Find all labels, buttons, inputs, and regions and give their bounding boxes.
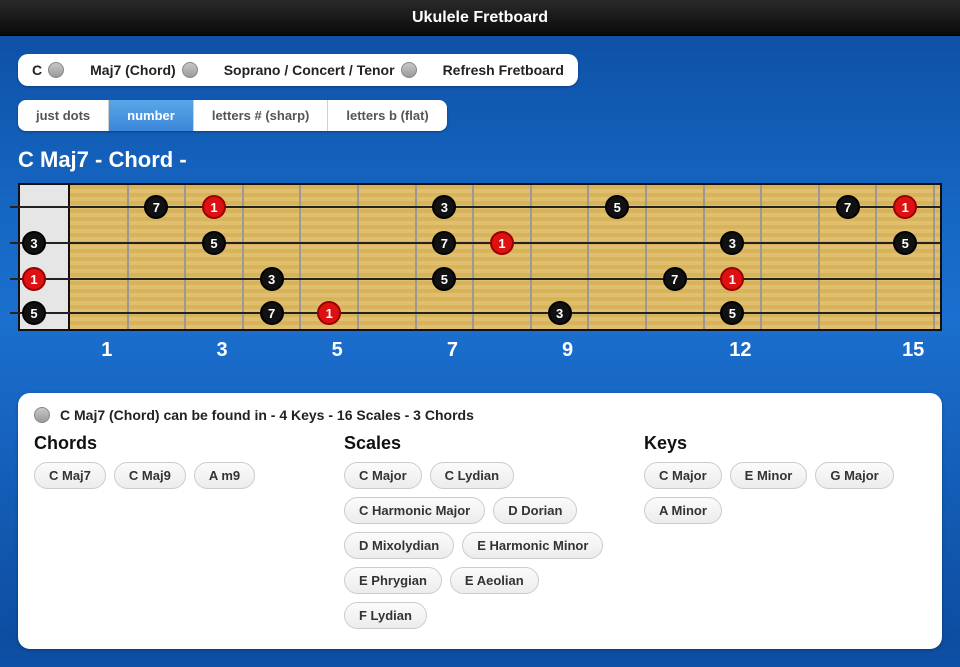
key-selector[interactable]: C <box>26 59 70 81</box>
fret-note[interactable]: 5 <box>893 231 917 255</box>
string-4 <box>10 312 940 314</box>
fret-note[interactable]: 7 <box>260 301 284 325</box>
fretboard[interactable]: 5137153713751357513715 <box>18 183 942 331</box>
tuning-selector[interactable]: Soprano / Concert / Tenor <box>218 59 423 81</box>
frets-area: 5137153713751357513715 <box>70 185 940 329</box>
scale-chip[interactable]: C Lydian <box>430 462 514 489</box>
fret-note[interactable]: 7 <box>836 195 860 219</box>
chords-list: C Maj7 C Maj9 A m9 <box>34 462 324 489</box>
fret-note[interactable]: 5 <box>605 195 629 219</box>
fret-note[interactable]: 1 <box>720 267 744 291</box>
dropdown-icon <box>48 62 64 78</box>
fret-note[interactable]: 5 <box>22 301 46 325</box>
scale-chip[interactable]: E Aeolian <box>450 567 539 594</box>
view-mode-letters-sharp-[interactable]: letters # (sharp) <box>194 100 329 131</box>
refresh-label: Refresh Fretboard <box>443 62 564 78</box>
chord-selector[interactable]: Maj7 (Chord) <box>84 59 204 81</box>
fret-note[interactable]: 3 <box>432 195 456 219</box>
fret-number: 7 <box>447 339 458 362</box>
chord-title: C Maj7 - Chord - <box>18 147 942 173</box>
tuning-selector-label: Soprano / Concert / Tenor <box>224 62 395 78</box>
app-title: Ukulele Fretboard <box>412 9 548 27</box>
string-2 <box>10 242 940 244</box>
fret-note[interactable]: 1 <box>893 195 917 219</box>
fret-note[interactable]: 1 <box>490 231 514 255</box>
scale-chip[interactable]: E Harmonic Minor <box>462 532 603 559</box>
fret-note[interactable]: 3 <box>22 231 46 255</box>
view-mode-segmented: just dotsnumberletters # (sharp)letters … <box>18 100 447 131</box>
selector-bar: C Maj7 (Chord) Soprano / Concert / Tenor… <box>18 54 578 86</box>
refresh-button[interactable]: Refresh Fretboard <box>437 59 570 81</box>
chord-chip[interactable]: A m9 <box>194 462 255 489</box>
fret-number: 3 <box>216 339 227 362</box>
related-summary-row[interactable]: C Maj7 (Chord) can be found in - 4 Keys … <box>34 407 926 423</box>
chord-chip[interactable]: C Maj7 <box>34 462 106 489</box>
fret-note[interactable]: 1 <box>22 267 46 291</box>
related-summary: C Maj7 (Chord) can be found in - 4 Keys … <box>60 407 474 423</box>
string-3 <box>10 278 940 280</box>
fret-numbers: 1 3 5 7 9 12 15 <box>18 339 942 365</box>
scale-chip[interactable]: C Major <box>344 462 422 489</box>
scale-chip[interactable]: C Harmonic Major <box>344 497 485 524</box>
fret-note[interactable]: 3 <box>260 267 284 291</box>
fret-number: 5 <box>332 339 343 362</box>
chords-heading: Chords <box>34 433 324 454</box>
fret-number: 15 <box>902 339 924 362</box>
fret-note[interactable]: 7 <box>432 231 456 255</box>
fret-note[interactable]: 7 <box>663 267 687 291</box>
key-selector-label: C <box>32 62 42 78</box>
view-mode-number[interactable]: number <box>109 100 194 131</box>
fret-note[interactable]: 1 <box>317 301 341 325</box>
fret-number: 12 <box>729 339 751 362</box>
key-chip[interactable]: C Major <box>644 462 722 489</box>
title-bar: Ukulele Fretboard <box>0 0 960 36</box>
key-chip[interactable]: G Major <box>815 462 893 489</box>
chord-selector-label: Maj7 (Chord) <box>90 62 176 78</box>
fret-note[interactable]: 5 <box>432 267 456 291</box>
keys-list: C Major E Minor G Major A Minor <box>644 462 926 524</box>
fret-number: 1 <box>101 339 112 362</box>
expand-icon <box>34 407 50 423</box>
view-mode-letters-b-flat-[interactable]: letters b (flat) <box>328 100 446 131</box>
key-chip[interactable]: A Minor <box>644 497 722 524</box>
fret-note[interactable]: 5 <box>202 231 226 255</box>
scales-heading: Scales <box>344 433 624 454</box>
view-mode-just-dots[interactable]: just dots <box>18 100 109 131</box>
fret-number: 9 <box>562 339 573 362</box>
dropdown-icon <box>401 62 417 78</box>
scale-chip[interactable]: E Phrygian <box>344 567 442 594</box>
chord-chip[interactable]: C Maj9 <box>114 462 186 489</box>
dropdown-icon <box>182 62 198 78</box>
key-chip[interactable]: E Minor <box>730 462 808 489</box>
fret-note[interactable]: 3 <box>720 231 744 255</box>
fret-note[interactable]: 1 <box>202 195 226 219</box>
keys-heading: Keys <box>644 433 926 454</box>
related-panel: C Maj7 (Chord) can be found in - 4 Keys … <box>18 393 942 649</box>
scale-chip[interactable]: F Lydian <box>344 602 427 629</box>
scales-list: C Major C Lydian C Harmonic Major D Dorian D… <box>344 462 624 629</box>
fret-note[interactable]: 3 <box>548 301 572 325</box>
scale-chip[interactable]: D Dorian <box>493 497 577 524</box>
scale-chip[interactable]: D Mixolydian <box>344 532 454 559</box>
fret-note[interactable]: 7 <box>144 195 168 219</box>
fret-note[interactable]: 5 <box>720 301 744 325</box>
